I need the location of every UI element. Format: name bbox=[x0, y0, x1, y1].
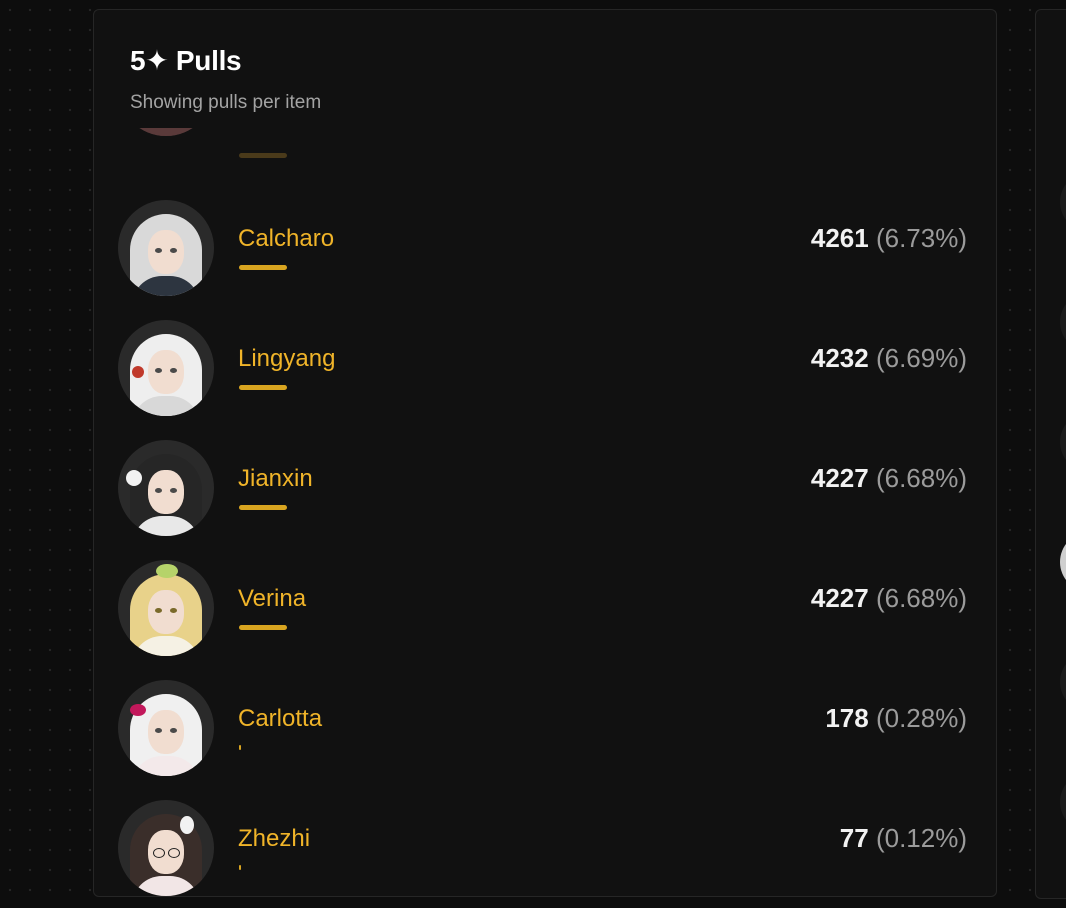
pull-percent: (6.68%) bbox=[875, 583, 967, 613]
character-name: Lingyang bbox=[238, 345, 336, 372]
character-name: Carlotta bbox=[238, 705, 323, 732]
share-bar bbox=[239, 865, 241, 870]
pull-percent: (6.69%) bbox=[875, 343, 967, 373]
character-avatar bbox=[118, 680, 214, 776]
pull-stat: 178 (0.28%) bbox=[825, 703, 967, 734]
pull-stat: 4261 (6.73%) bbox=[811, 223, 967, 254]
share-bar bbox=[239, 745, 241, 750]
character-avatar bbox=[118, 128, 214, 136]
list-item[interactable]: Calcharo 4261 (6.73%) bbox=[94, 192, 996, 312]
pull-stat: 4227 (6.68%) bbox=[811, 463, 967, 494]
list-item[interactable]: Verina 4227 (6.68%) bbox=[94, 552, 996, 672]
pull-count: 4227 bbox=[810, 463, 869, 493]
character-avatar bbox=[1060, 532, 1066, 592]
panel-subtitle: Showing pulls per item bbox=[130, 92, 322, 113]
character-avatar bbox=[118, 320, 214, 416]
list-item[interactable]: Zhezhi 77 (0.12%) bbox=[94, 792, 996, 896]
character-avatar bbox=[118, 560, 214, 656]
pull-count: 178 bbox=[825, 703, 869, 733]
pull-count: 4232 bbox=[810, 343, 869, 373]
list-item[interactable]: Lingyang 4232 (6.69%) bbox=[94, 312, 996, 432]
character-avatar bbox=[118, 440, 214, 536]
pull-count: 77 bbox=[839, 823, 869, 853]
character-name: Verina bbox=[238, 585, 307, 612]
pull-percent: (6.73%) bbox=[875, 223, 967, 253]
list-item[interactable]: Jianxin 4227 (6.68%) bbox=[94, 432, 996, 552]
pull-count: 4227 bbox=[810, 583, 869, 613]
pull-stat: 4232 (6.69%) bbox=[811, 343, 967, 374]
character-avatar bbox=[1060, 652, 1066, 712]
pull-count: 4261 bbox=[810, 223, 869, 253]
share-bar bbox=[239, 625, 287, 630]
character-avatar bbox=[118, 200, 214, 296]
list-item[interactable]: Carlotta 178 (0.28%) bbox=[94, 672, 996, 792]
share-bar bbox=[239, 505, 287, 510]
share-bar bbox=[239, 385, 287, 390]
pull-percent: (6.68%) bbox=[875, 463, 967, 493]
panel-title: 5✦ Pulls bbox=[130, 45, 242, 76]
character-avatar bbox=[1060, 292, 1066, 352]
character-name: Zhezhi bbox=[238, 825, 311, 852]
pull-percent: (0.12%) bbox=[875, 823, 967, 853]
pull-list[interactable]: Calcharo 4261 (6.73%) Lingyang 4232 (6.6… bbox=[94, 128, 996, 896]
character-avatar bbox=[1060, 412, 1066, 472]
pull-stat: 4227 (6.68%) bbox=[811, 583, 967, 614]
list-item-partial bbox=[94, 128, 996, 158]
character-avatar bbox=[1060, 172, 1066, 232]
character-avatar bbox=[1060, 772, 1066, 832]
adjacent-panel bbox=[1035, 9, 1066, 899]
character-name: Calcharo bbox=[238, 225, 335, 252]
character-name: Jianxin bbox=[238, 465, 313, 492]
five-star-pulls-panel: 5✦ Pulls Showing pulls per item Calcharo… bbox=[93, 9, 997, 897]
pull-stat: 77 (0.12%) bbox=[840, 823, 967, 854]
share-bar bbox=[239, 153, 287, 158]
share-bar bbox=[239, 265, 287, 270]
pull-percent: (0.28%) bbox=[875, 703, 967, 733]
character-avatar bbox=[118, 800, 214, 896]
